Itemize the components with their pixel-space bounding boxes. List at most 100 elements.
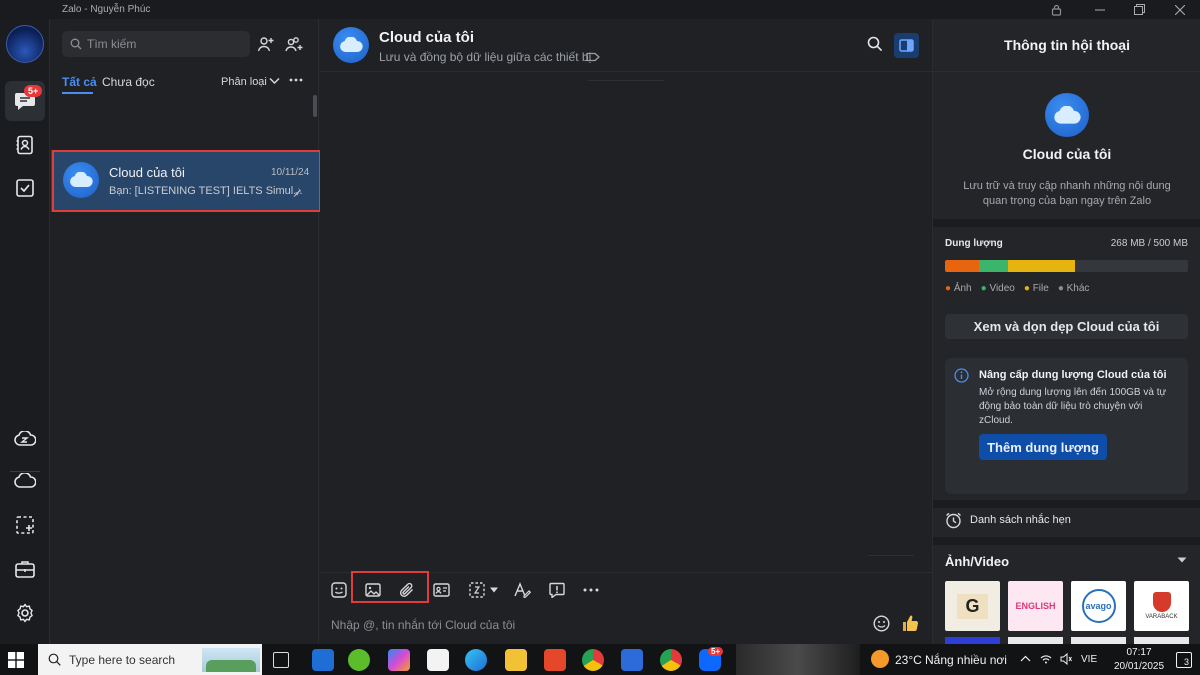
search-chat-button[interactable] xyxy=(867,36,885,54)
media-section-header[interactable]: Ảnh/Video xyxy=(945,552,1188,572)
cloud-icon xyxy=(1054,105,1081,124)
browser-app-icon[interactable] xyxy=(348,649,370,671)
legend-item-other: ● Khác xyxy=(1057,283,1090,294)
tab-unread[interactable]: Chưa đọc xyxy=(102,75,155,89)
search-placeholder: Tìm kiếm xyxy=(87,37,137,51)
media-grid-row-2 xyxy=(945,637,1189,644)
file-explorer-icon[interactable] xyxy=(505,649,527,671)
nav-zcloud[interactable] xyxy=(5,419,45,459)
nav-settings[interactable] xyxy=(5,593,45,633)
clock-time[interactable]: 07:17 xyxy=(1110,647,1168,658)
storage-label: Dung lượng xyxy=(945,238,1003,249)
message-input[interactable]: Nhập @, tin nhắn tới Cloud của tôi xyxy=(331,618,515,632)
start-button[interactable] xyxy=(8,652,24,668)
reminders-row[interactable]: Danh sách nhắc hẹn xyxy=(945,510,1188,532)
weather-temp[interactable]: 23°C xyxy=(895,653,922,667)
add-user-icon xyxy=(257,37,274,52)
send-contact-card-button[interactable] xyxy=(430,579,452,601)
like-button[interactable] xyxy=(901,614,921,634)
legend-item-images: ● Ảnh xyxy=(945,283,972,294)
media-thumb[interactable]: VARABACK xyxy=(1134,581,1189,631)
contact-card-icon xyxy=(432,583,450,597)
media-thumb[interactable]: ENGLISH xyxy=(1008,581,1063,631)
weather-text[interactable]: Nắng nhiều nơi xyxy=(925,653,1007,667)
emoji-button[interactable] xyxy=(873,615,891,633)
sticker-button[interactable] xyxy=(328,579,350,601)
add-friend-button[interactable] xyxy=(257,35,277,55)
chevron-down-icon[interactable] xyxy=(269,77,280,85)
chevron-up-icon[interactable] xyxy=(1020,655,1031,662)
more-options-button[interactable] xyxy=(289,74,305,86)
nav-screenshot[interactable] xyxy=(5,505,45,545)
minimize-button[interactable] xyxy=(1087,1,1113,18)
create-group-button[interactable] xyxy=(285,35,305,55)
text-format-icon xyxy=(513,582,531,598)
list-scrollbar[interactable] xyxy=(313,95,317,117)
quick-message-icon xyxy=(549,582,565,598)
tab-all-underline xyxy=(62,92,93,94)
info-avatar[interactable] xyxy=(1045,93,1089,137)
window-title: Zalo - Nguyễn Phúc xyxy=(62,4,151,15)
chat-avatar[interactable] xyxy=(333,27,369,63)
toggle-info-panel-button[interactable] xyxy=(894,33,919,58)
nav-todo[interactable] xyxy=(5,168,45,208)
zalo-app-icon[interactable]: 5+ xyxy=(699,647,724,671)
checkbox-icon xyxy=(16,179,34,197)
classify-dropdown[interactable]: Phân loại xyxy=(221,76,267,88)
taskbar-search-box[interactable]: Type here to search xyxy=(38,644,262,675)
wifi-icon[interactable] xyxy=(1040,654,1052,664)
cleanup-cloud-button[interactable]: Xem và dọn dẹp Cloud của tôi xyxy=(945,314,1188,339)
tag-icon[interactable] xyxy=(586,52,600,62)
chat-subtitle: Lưu và đồng bộ dữ liệu giữa các thiết bị xyxy=(379,50,592,64)
chat-header: Cloud của tôi Lưu và đồng bộ dữ liệu giữ… xyxy=(320,19,932,72)
search-icon xyxy=(70,38,82,50)
quick-message-button[interactable] xyxy=(546,579,568,601)
mail-app-icon[interactable] xyxy=(312,649,334,671)
clock-date[interactable]: 20/01/2025 xyxy=(1104,661,1174,672)
alarm-clock-icon xyxy=(946,512,961,529)
app-icon[interactable] xyxy=(621,649,643,671)
store-app-icon[interactable] xyxy=(427,649,449,671)
nav-contacts[interactable] xyxy=(5,125,45,165)
screenshot-dropdown-button[interactable] xyxy=(466,579,502,601)
info-icon xyxy=(954,368,969,383)
info-name: Cloud của tôi xyxy=(1022,146,1112,162)
sidebar-toggle-icon xyxy=(899,39,914,52)
weather-icon[interactable] xyxy=(871,650,889,668)
composer-toolbar xyxy=(320,571,932,604)
more-tools-button[interactable] xyxy=(580,579,602,601)
zcloud-icon xyxy=(14,431,36,446)
messages-badge: 5+ xyxy=(24,85,43,97)
chat-title: Cloud của tôi xyxy=(379,29,474,46)
conversation-list-panel: Tìm kiếm Tất cả Chưa đọc Phân loại Cloud… xyxy=(51,19,321,644)
nav-cloud[interactable] xyxy=(5,461,45,501)
media-thumb[interactable]: avago xyxy=(1071,581,1126,631)
edge-app-icon[interactable] xyxy=(465,649,487,671)
input-language[interactable]: VIE xyxy=(1081,654,1097,665)
tab-all[interactable]: Tất cả xyxy=(62,75,97,89)
nav-messages[interactable]: 5+ xyxy=(5,81,45,121)
storage-bar xyxy=(945,260,1188,272)
nav-toolbox[interactable] xyxy=(5,549,45,589)
add-storage-button[interactable]: Thêm dung lượng xyxy=(979,434,1107,460)
copilot-app-icon[interactable] xyxy=(388,649,410,671)
legend-item-files: ● File xyxy=(1023,283,1049,294)
task-view-icon[interactable] xyxy=(273,652,289,668)
chrome-app-icon[interactable] xyxy=(582,649,604,671)
avatar[interactable] xyxy=(6,25,44,63)
conversation-info-panel: Thông tin hội thoại Cloud của tôi Lưu tr… xyxy=(932,19,1200,644)
notification-center-button[interactable]: 3 xyxy=(1176,652,1192,668)
restore-button[interactable] xyxy=(1126,1,1152,18)
section-divider xyxy=(933,219,1200,227)
search-input[interactable]: Tìm kiếm xyxy=(62,31,250,57)
media-thumb[interactable]: G xyxy=(945,581,1000,631)
speaker-icon[interactable] xyxy=(1060,653,1072,665)
office-app-icon[interactable] xyxy=(544,649,566,671)
text-format-button[interactable] xyxy=(511,579,533,601)
cloud-icon xyxy=(14,473,36,488)
close-button[interactable] xyxy=(1167,1,1193,18)
lock-icon[interactable] xyxy=(1043,1,1069,18)
cloud-icon xyxy=(340,37,363,52)
chrome-profile-icon[interactable] xyxy=(660,649,682,671)
storage-legend: ● Ảnh ● Video ● File ● Khác xyxy=(945,283,1089,294)
